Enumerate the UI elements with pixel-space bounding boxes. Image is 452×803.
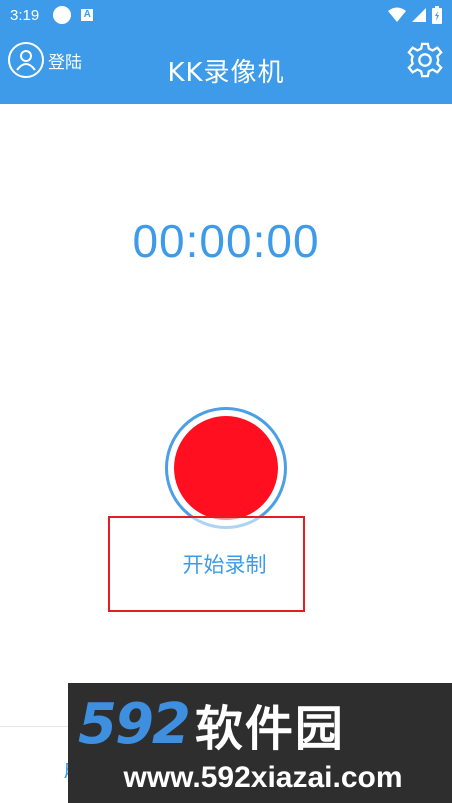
- app-bar: 登陆 KK录像机: [0, 30, 452, 104]
- status-bar: 3:19 A: [0, 0, 452, 30]
- watermark-logo: 592 软件园: [78, 689, 448, 759]
- start-recording-label: 开始录制: [182, 553, 267, 577]
- cell-signal-icon: [412, 8, 426, 22]
- record-button[interactable]: [165, 407, 287, 529]
- watermark-url: www.592xiazai.com: [123, 761, 403, 794]
- gear-icon[interactable]: [406, 41, 444, 79]
- battery-icon: [432, 6, 442, 24]
- a-notification-icon: A: [81, 9, 94, 21]
- wifi-icon: [388, 7, 406, 22]
- bottom-divider: [0, 726, 70, 727]
- start-recording-button[interactable]: 开始录制: [108, 516, 305, 612]
- app-title: KK录像机: [167, 58, 285, 88]
- recording-timer: 00:00:00: [132, 215, 320, 267]
- status-icons: [388, 6, 442, 24]
- record-dot-icon: [174, 416, 278, 520]
- watermark-name: 软件园: [194, 701, 345, 757]
- watermark-number: 592: [78, 691, 191, 757]
- watermark-overlay: 592 软件园 www.592xiazai.com: [68, 683, 452, 803]
- circle-icon: [53, 6, 72, 24]
- status-time: 3:19: [10, 6, 40, 24]
